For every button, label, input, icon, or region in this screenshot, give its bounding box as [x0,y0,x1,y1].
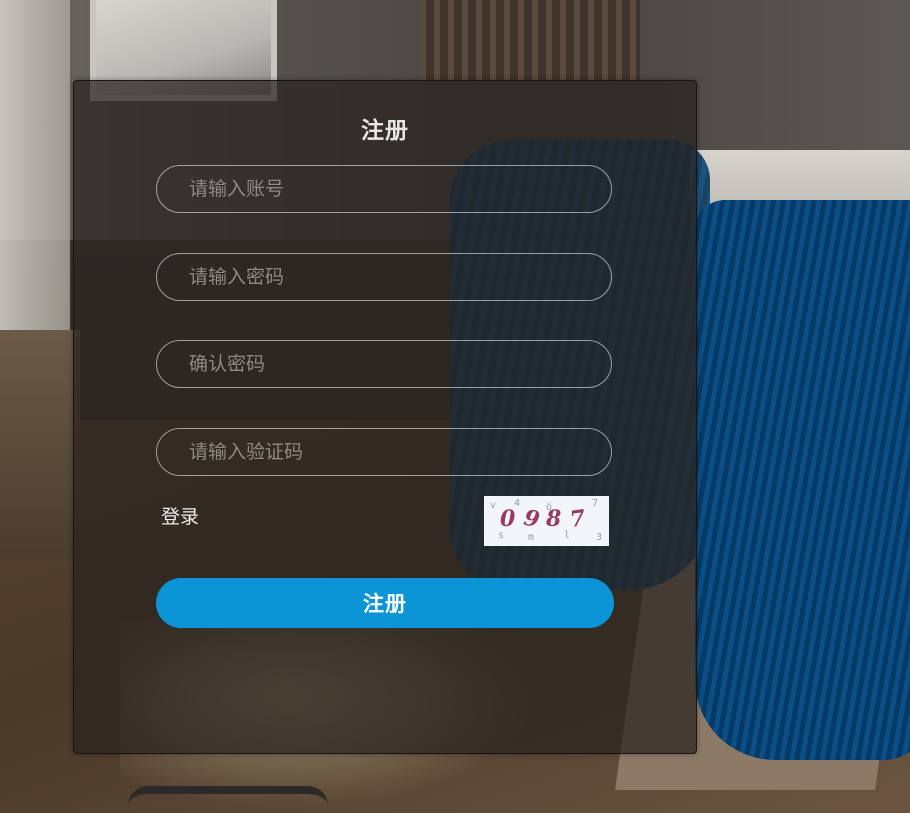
background-dresser [0,330,80,560]
captcha-digit: 9 [521,504,542,534]
background-curtain [0,0,70,340]
captcha-noise: m [528,532,535,543]
captcha-noise: v [490,500,497,511]
captcha-digit: 0 [500,506,516,532]
background-headboard [420,0,640,80]
captcha-noise: 7 [592,498,599,509]
background-blanket [695,200,910,760]
login-link[interactable]: 登录 [161,502,199,529]
confirm-password-input[interactable] [156,340,612,388]
background-chair [128,786,328,813]
password-input[interactable] [156,253,612,301]
captcha-noise: 3 [596,532,603,543]
register-button[interactable]: 注册 [156,578,614,628]
register-panel: 注册 登录 v 4 ö 7 s m l 3 0 9 8 7 注册 [73,80,697,754]
captcha-digit: 7 [568,505,588,533]
panel-title: 注册 [361,118,409,144]
account-input[interactable] [156,165,612,213]
captcha-image[interactable]: v 4 ö 7 s m l 3 0 9 8 7 [484,496,609,546]
captcha-digit: 8 [546,506,562,532]
captcha-noise: l [564,530,571,541]
captcha-input[interactable] [156,428,612,476]
